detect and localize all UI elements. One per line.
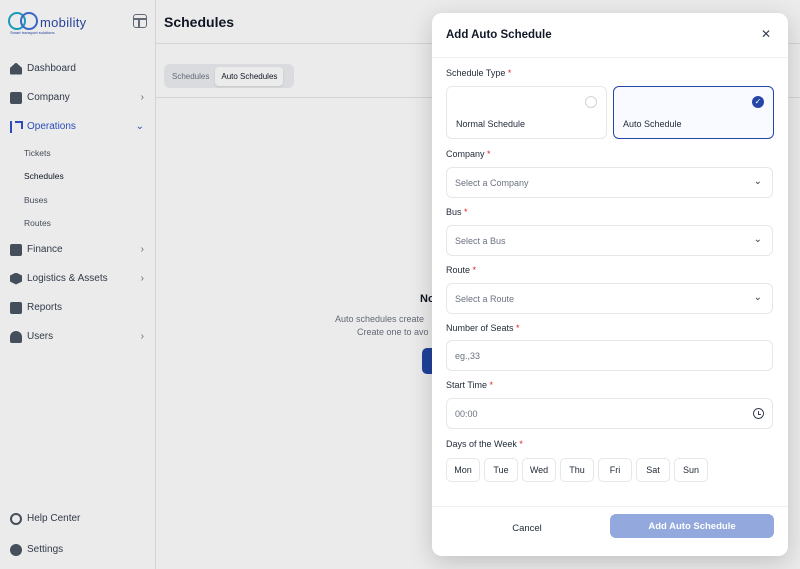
bus-placeholder: Select a Bus xyxy=(455,236,506,246)
chevron-down-icon: ⌄ xyxy=(753,292,762,303)
day-toggle-fri[interactable]: Fri xyxy=(598,458,632,482)
day-toggle-sun[interactable]: Sun xyxy=(674,458,708,482)
required-mark: * xyxy=(507,68,512,78)
start-time-value: 00:00 xyxy=(455,409,478,419)
company-label-text: Company xyxy=(446,149,485,159)
check-circle-icon[interactable]: ✓ xyxy=(752,96,764,108)
schedule-type-label-text: Schedule Type xyxy=(446,68,506,78)
day-toggle-tue[interactable]: Tue xyxy=(484,458,518,482)
required-mark: * xyxy=(489,380,494,390)
day-toggle-wed[interactable]: Wed xyxy=(522,458,556,482)
start-time-label-text: Start Time xyxy=(446,380,488,390)
day-toggle-mon[interactable]: Mon xyxy=(446,458,480,482)
bus-label: Bus * xyxy=(446,207,468,217)
chevron-down-icon: ⌄ xyxy=(753,234,762,245)
route-label-text: Route xyxy=(446,265,471,275)
modal-header: Add Auto Schedule ✕ xyxy=(432,13,788,58)
schedule-type-auto[interactable]: ✓ Auto Schedule xyxy=(613,86,774,139)
seats-label-text: Number of Seats xyxy=(446,323,514,333)
route-placeholder: Select a Route xyxy=(455,294,515,304)
required-mark: * xyxy=(519,439,523,449)
close-icon[interactable]: ✕ xyxy=(760,28,772,40)
start-time-label: Start Time * xyxy=(446,380,493,390)
required-mark: * xyxy=(472,265,477,275)
day-toggle-thu[interactable]: Thu xyxy=(560,458,594,482)
radio-icon[interactable] xyxy=(585,96,597,108)
days-of-week: Mon Tue Wed Thu Fri Sat Sun xyxy=(446,458,708,482)
start-time-input[interactable]: 00:00 xyxy=(446,398,773,429)
schedule-type-label: Schedule Type * xyxy=(446,68,511,78)
cancel-button[interactable]: Cancel xyxy=(446,516,608,540)
company-placeholder: Select a Company xyxy=(455,178,529,188)
add-auto-schedule-modal: Add Auto Schedule ✕ Schedule Type * Norm… xyxy=(432,13,788,556)
route-select[interactable]: Select a Route ⌄ xyxy=(446,283,773,314)
required-mark: * xyxy=(487,149,491,159)
day-toggle-sat[interactable]: Sat xyxy=(636,458,670,482)
bus-select[interactable]: Select a Bus ⌄ xyxy=(446,225,773,256)
required-mark: * xyxy=(516,323,520,333)
seats-label: Number of Seats * xyxy=(446,323,520,333)
schedule-type-normal-label: Normal Schedule xyxy=(456,119,526,129)
modal-title: Add Auto Schedule xyxy=(446,29,552,41)
clock-icon[interactable] xyxy=(753,408,764,419)
seats-input[interactable]: eg.,33 xyxy=(446,340,773,371)
days-label: Days of the Week * xyxy=(446,439,523,449)
chevron-down-icon: ⌄ xyxy=(753,176,762,187)
schedule-type-normal[interactable]: Normal Schedule xyxy=(446,86,607,139)
company-select[interactable]: Select a Company ⌄ xyxy=(446,167,773,198)
seats-placeholder: eg.,33 xyxy=(455,351,481,361)
add-auto-schedule-button[interactable]: Add Auto Schedule xyxy=(610,514,774,538)
route-label: Route * xyxy=(446,265,476,275)
bus-label-text: Bus xyxy=(446,207,462,217)
schedule-type-auto-label: Auto Schedule xyxy=(623,119,682,129)
modal-footer: Cancel Add Auto Schedule xyxy=(432,506,788,556)
days-label-text: Days of the Week xyxy=(446,439,517,449)
company-label: Company * xyxy=(446,149,491,159)
required-mark: * xyxy=(464,207,468,217)
